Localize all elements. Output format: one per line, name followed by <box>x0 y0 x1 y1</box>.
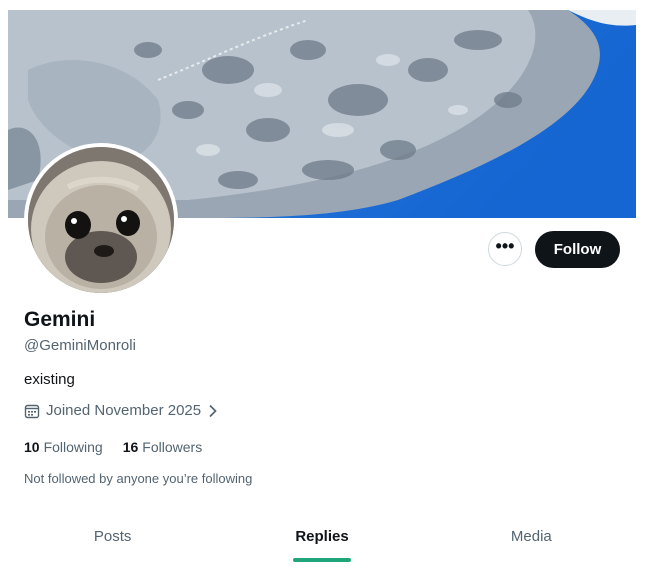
profile-name: Gemini <box>24 308 96 331</box>
follow-button[interactable]: Follow <box>535 231 620 268</box>
tab-media[interactable]: Media <box>427 510 636 562</box>
follow-stats: 10 Following 16 Followers <box>24 439 222 455</box>
tab-label: Media <box>510 527 552 545</box>
following-label: Following <box>43 439 103 455</box>
profile-handle: @GeminiMonroli <box>24 337 136 354</box>
followers-count: 16 <box>122 439 139 455</box>
tab-posts[interactable]: Posts <box>8 510 217 562</box>
active-tab-indicator <box>292 558 351 562</box>
profile-avatar[interactable] <box>24 143 178 297</box>
chevron-right-icon <box>209 404 217 417</box>
tab-replies[interactable]: Replies <box>217 510 426 562</box>
more-horizontal-icon: ••• <box>495 236 515 256</box>
tab-label: Posts <box>93 527 132 545</box>
tab-label: Replies <box>295 527 349 545</box>
profile-page: ••• Follow Gemini @GeminiMonroli existin… <box>8 10 636 562</box>
not-followed-notice: Not followed by anyone you’re following <box>24 471 253 486</box>
joined-date-text: Joined November 2025 <box>46 402 202 419</box>
calendar-icon <box>24 404 40 418</box>
more-options-button[interactable]: ••• <box>488 232 522 266</box>
seal-pup-avatar-image <box>28 147 174 293</box>
followers-link[interactable]: 16 Followers <box>123 439 202 455</box>
joined-date-row[interactable]: Joined November 2025 <box>24 402 218 419</box>
profile-tabs: Posts Replies Media <box>8 510 636 562</box>
followers-label: Followers <box>142 439 203 455</box>
profile-bio: existing <box>24 371 75 388</box>
following-count: 10 <box>24 439 40 455</box>
following-link[interactable]: 10 Following <box>24 439 103 455</box>
